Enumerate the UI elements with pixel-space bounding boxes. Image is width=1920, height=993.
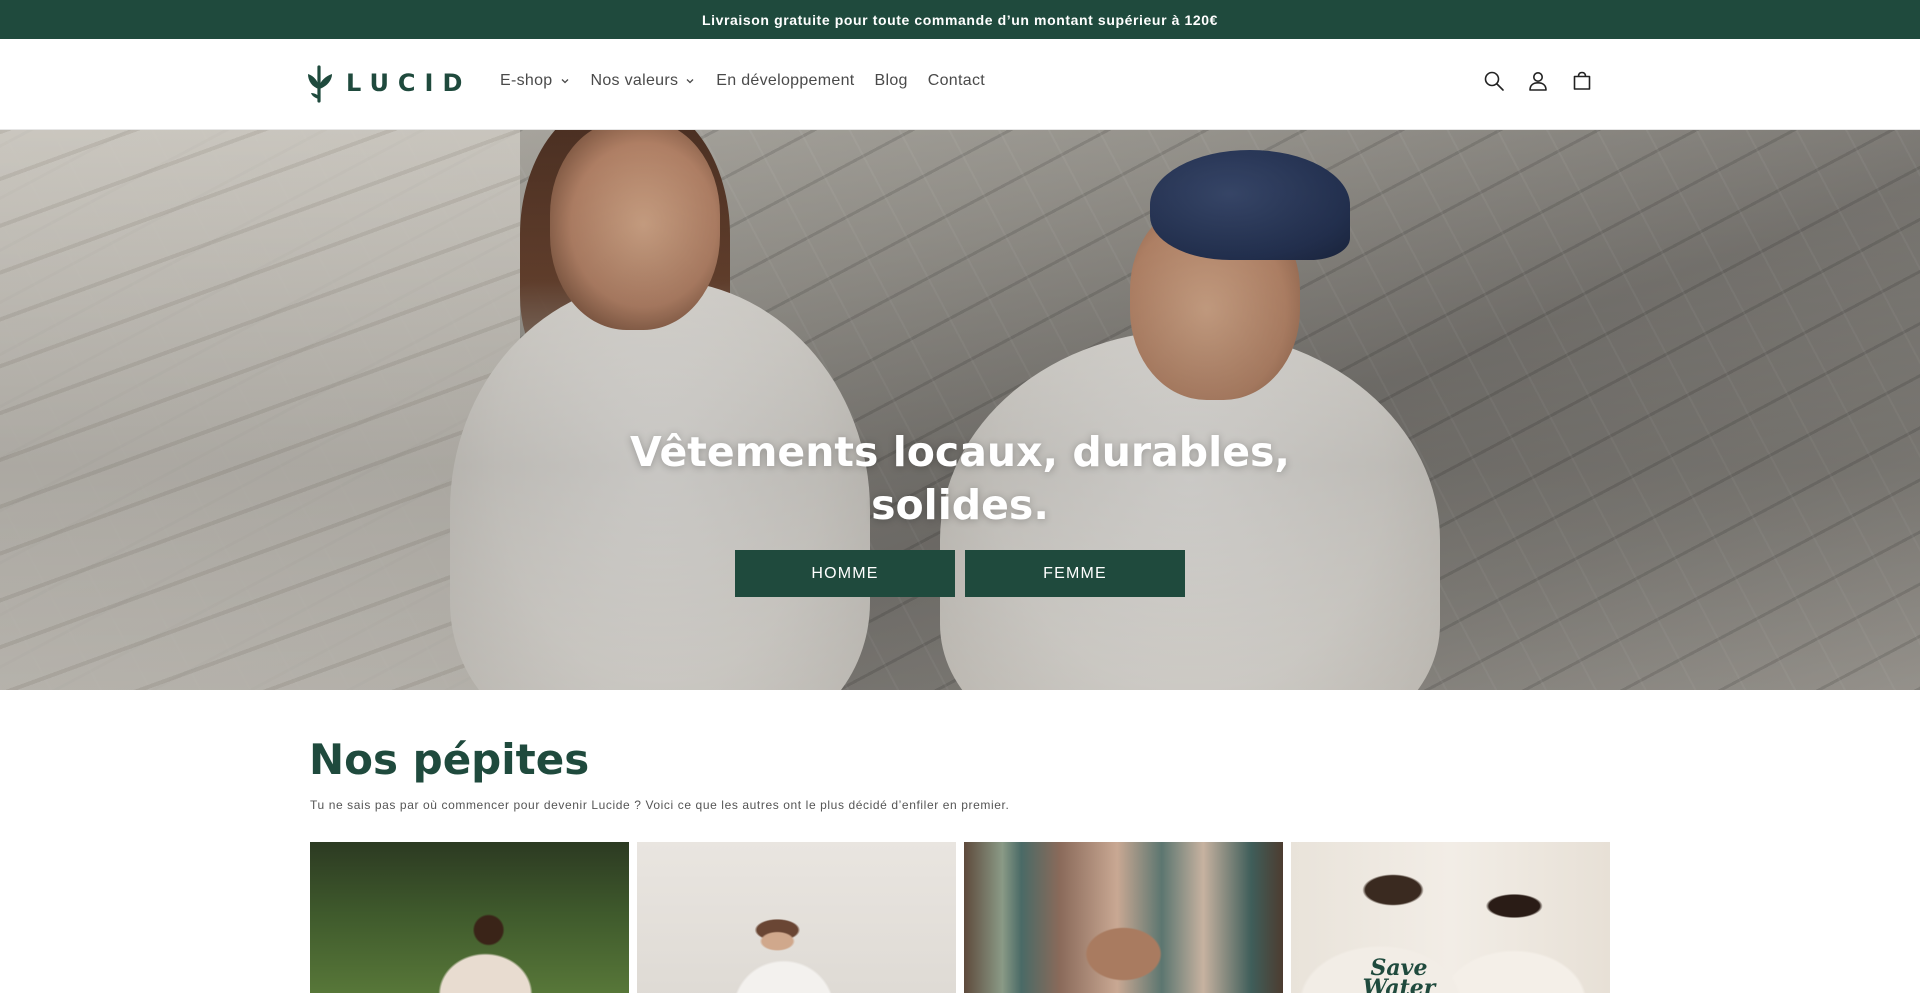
nav-item-label: En développement [716, 72, 855, 89]
logo[interactable]: LUCID [306, 63, 471, 103]
femme-button[interactable]: FEMME [965, 550, 1185, 597]
nav-item-eshop[interactable]: E-shop [490, 68, 581, 94]
announcement-bar: Livraison gratuite pour toute commande d… [0, 0, 1920, 39]
leaf-logo-icon [308, 65, 332, 103]
product-card-image[interactable] [637, 842, 956, 993]
shirt-print-text: Save Water [1362, 955, 1436, 993]
chevron-down-icon [686, 79, 694, 84]
nav-item-nos-valeurs[interactable]: Nos valeurs [581, 68, 707, 94]
cart-icon [1573, 71, 1591, 90]
chevron-down-icon [561, 79, 568, 84]
product-card-image[interactable] [310, 842, 629, 993]
announcement-text: Livraison gratuite pour toute commande d… [701, 11, 1219, 28]
account-icon [1529, 72, 1547, 91]
header-icons [1480, 67, 1596, 95]
site-header: LUCID E-shop Nos valeurs En développemen… [0, 39, 1920, 130]
product-grid: Save Water [310, 842, 1610, 993]
product-card-image[interactable]: Save Water [1291, 842, 1610, 993]
search-button[interactable] [1480, 67, 1508, 95]
logo-text: LUCID [346, 69, 472, 97]
nav-item-label: Contact [927, 72, 985, 89]
hero-title: Vêtements locaux, durables, solides. [630, 428, 1290, 529]
nav-item-contact[interactable]: Contact [918, 68, 995, 94]
nav-item-label: E-shop [500, 72, 553, 89]
section-title: Nos pépites [309, 735, 590, 784]
section-subtitle: Tu ne sais pas par où commencer pour dev… [310, 798, 1010, 812]
nav-item-en-developpement[interactable]: En développement [706, 68, 864, 94]
hero-banner: Vêtements locaux, durables, solides. HOM… [0, 130, 1920, 690]
cart-button[interactable] [1568, 67, 1596, 95]
account-button[interactable] [1524, 67, 1552, 95]
nav-item-label: Blog [874, 72, 908, 89]
product-card-image[interactable] [964, 842, 1283, 993]
main-nav: E-shop Nos valeurs En développement Blog… [490, 67, 995, 95]
homme-button[interactable]: HOMME [735, 550, 955, 597]
nav-item-blog[interactable]: Blog [865, 68, 918, 94]
hero-buttons: HOMME FEMME [735, 550, 1185, 597]
nav-item-label: Nos valeurs [590, 72, 679, 89]
search-icon [1484, 71, 1504, 91]
hero-content: Vêtements locaux, durables, solides. HOM… [0, 130, 1920, 690]
